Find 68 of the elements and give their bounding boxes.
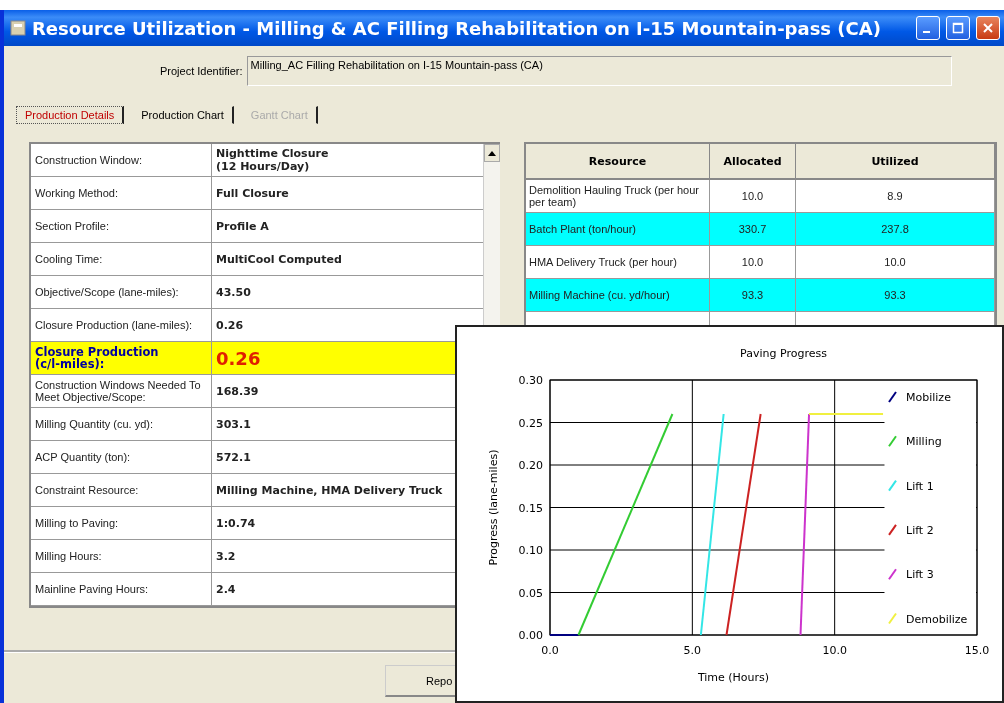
- legend-icon: [888, 612, 897, 625]
- maximize-button[interactable]: [946, 16, 970, 40]
- table-cell: 10.0: [796, 246, 995, 279]
- detail-label: Milling Quantity (cu. yd):: [31, 408, 212, 441]
- column-header: Allocated: [710, 144, 796, 180]
- detail-label: Mainline Paving Hours:: [31, 573, 212, 606]
- detail-label: Working Method:: [31, 177, 212, 210]
- legend-label: Mobilize: [906, 391, 951, 404]
- y-axis-label: Progress (lane-miles): [487, 449, 500, 566]
- legend-icon: [888, 523, 897, 536]
- close-icon: [982, 22, 994, 34]
- minimize-button[interactable]: [916, 16, 940, 40]
- table-cell: 10.0: [710, 180, 796, 213]
- table-cell: 237.8: [796, 213, 995, 246]
- project-field[interactable]: Milling_AC Filling Rehabilitation on I-15 Mountain-pass (CA): [246, 56, 952, 86]
- tab[interactable]: Production Chart: [132, 106, 234, 124]
- y-tick-label: 0.15: [518, 501, 543, 515]
- table-cell: 93.3: [710, 279, 796, 312]
- y-tick-label: 0.20: [518, 459, 543, 472]
- y-tick-label: 0.30: [518, 374, 543, 387]
- legend-label: Lift 1: [906, 479, 934, 493]
- scroll-up-icon[interactable]: [484, 144, 500, 162]
- legend-icon: [888, 391, 897, 403]
- legend-label: Lift 2: [906, 523, 934, 537]
- legend-icon: [888, 435, 897, 448]
- tab[interactable]: Production Details: [16, 106, 125, 124]
- column-header: Resource: [526, 144, 710, 180]
- y-tick-label: 0.10: [518, 544, 543, 557]
- detail-label: Milling Hours:: [31, 540, 212, 573]
- detail-label: Milling to Paving:: [31, 507, 212, 540]
- legend-label: Milling: [906, 435, 942, 449]
- legend-label: Demobilize: [906, 612, 968, 626]
- x-tick-label: 15.0: [964, 644, 990, 657]
- minimize-icon: [923, 31, 930, 33]
- table-cell: 8.9: [796, 180, 995, 213]
- legend-icon: [888, 479, 897, 492]
- y-tick-label: 0.25: [518, 416, 543, 430]
- chart-title: Paving Progress: [740, 347, 827, 360]
- detail-label: Constraint Resource:: [31, 474, 212, 507]
- table-cell: 330.7: [710, 213, 796, 246]
- detail-label: Construction Window:: [31, 144, 212, 177]
- detail-label: Construction Windows Needed To Meet Objective/Scope:: [31, 375, 212, 408]
- table-cell: HMA Delivery Truck (per hour): [526, 246, 710, 279]
- x-tick-label: 0.0: [541, 644, 559, 657]
- x-tick-label: 5.0: [683, 644, 702, 657]
- y-tick-label: 0.05: [518, 586, 543, 600]
- detail-label: Section Profile:: [31, 210, 212, 243]
- table-cell: Batch Plant (ton/hour): [526, 213, 710, 246]
- x-axis-label: Time (Hours): [697, 671, 770, 684]
- detail-label: Closure Production (lane-miles):: [31, 309, 212, 342]
- detail-label: Closure Production (c/l-miles):: [31, 342, 212, 375]
- table-cell: 93.3: [796, 279, 995, 312]
- legend-label: Lift 3: [906, 568, 934, 582]
- project-label: Project Identifier:: [160, 65, 243, 77]
- detail-label: Cooling Time:: [31, 243, 212, 276]
- legend-icon: [888, 568, 897, 581]
- window-title: Resource Utilization - Milling & AC Filling Rehabilitation on I-15 Mountain-pass (CA): [32, 17, 882, 39]
- detail-label: Objective/Scope (lane-miles):: [31, 276, 212, 309]
- column-header: Utilized: [796, 144, 995, 180]
- table-cell: 10.0: [710, 246, 796, 279]
- detail-label: ACP Quantity (ton):: [31, 441, 212, 474]
- table-cell: Milling Machine (cu. yd/hour): [526, 279, 710, 312]
- x-tick-label: 10.0: [822, 644, 847, 657]
- maximize-icon: [952, 22, 964, 34]
- y-tick-label: 0.00: [518, 629, 543, 642]
- close-button[interactable]: [976, 16, 1000, 40]
- app-icon: [10, 20, 26, 36]
- table-cell: Demolition Hauling Truck (per hour per team): [526, 180, 710, 213]
